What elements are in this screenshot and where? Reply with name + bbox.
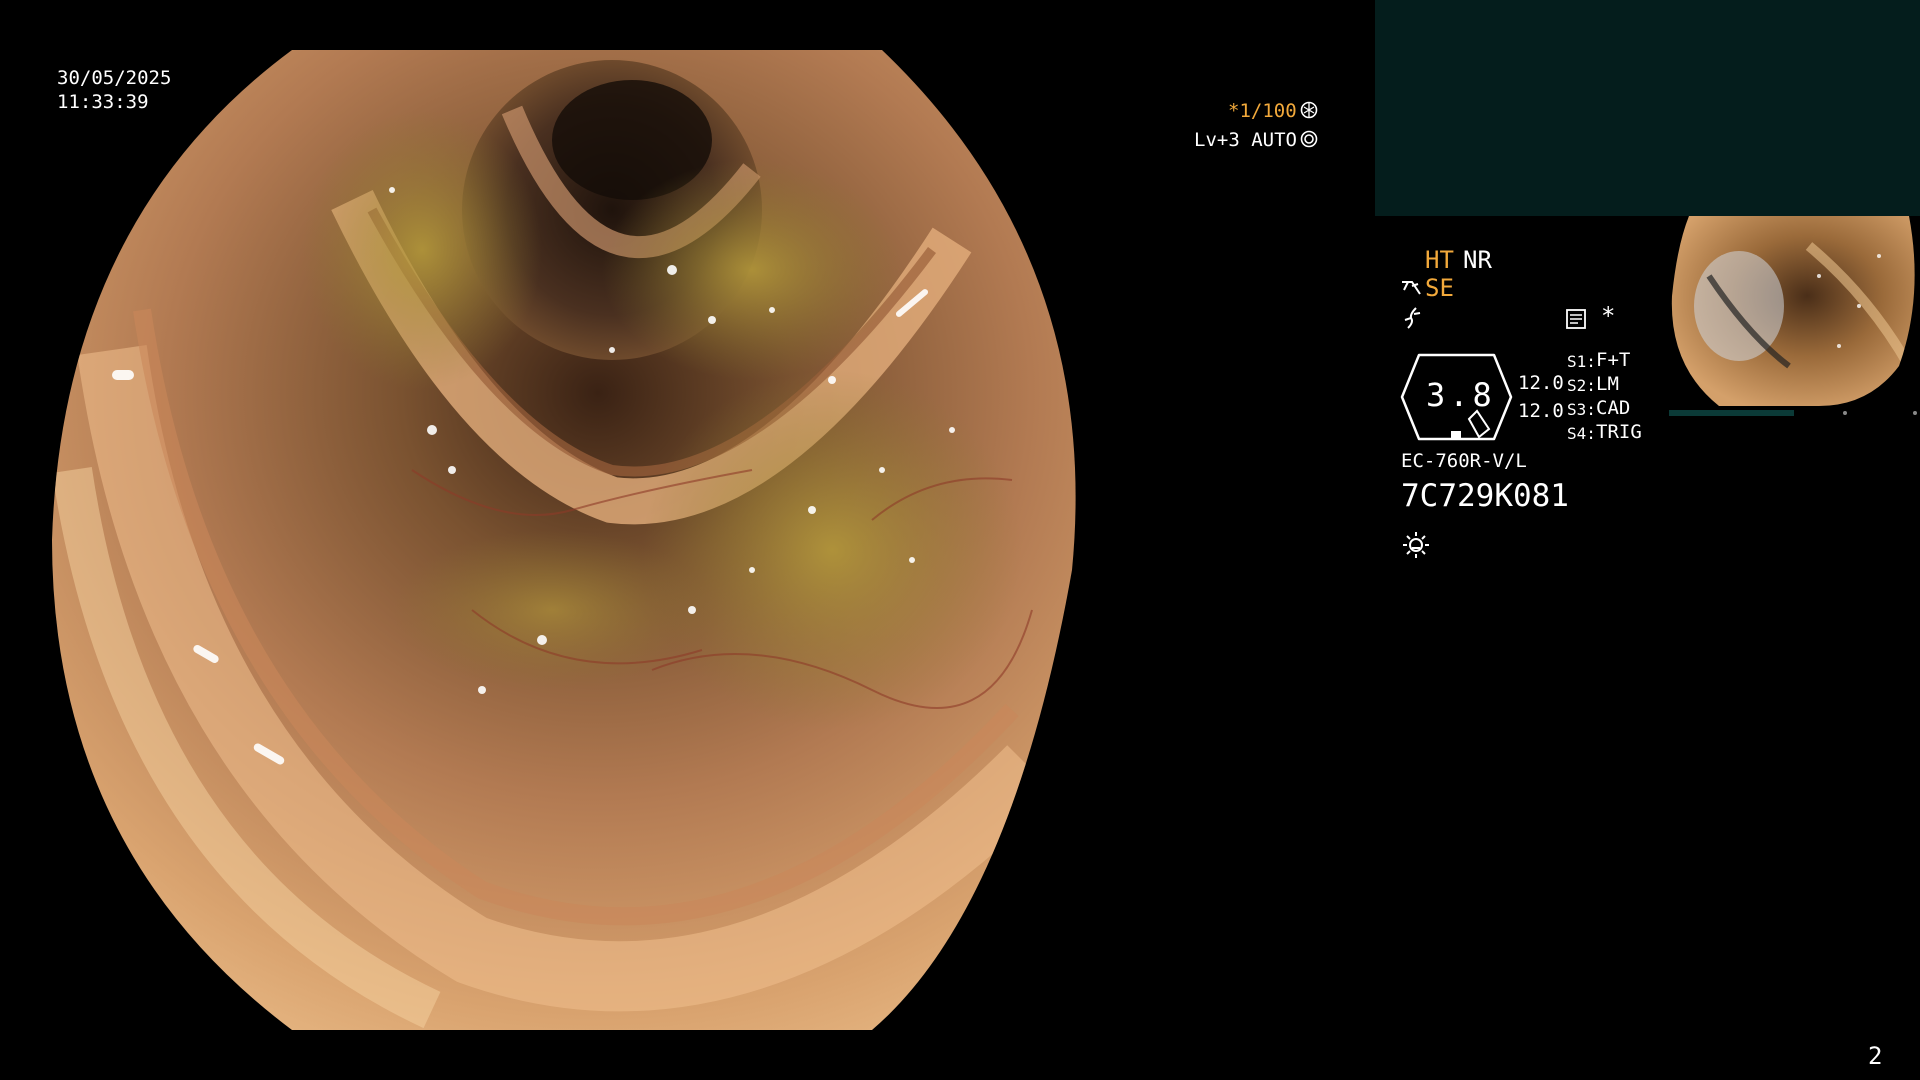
switch-2-key: S2: <box>1567 376 1596 395</box>
shutter-mode-icon <box>1300 101 1317 119</box>
auxiliary-display-area <box>1375 0 1920 216</box>
switch-4-key: S4: <box>1567 424 1596 443</box>
level-value: Lv+3 AUTO <box>1194 129 1297 151</box>
switch-2-value: LM <box>1596 373 1619 395</box>
endoscope-view <box>52 50 1076 1030</box>
exam-datetime: 30/05/2025 11:33:39 <box>57 66 171 114</box>
switch-3-value: CAD <box>1596 397 1631 419</box>
flash-icon <box>1404 307 1421 329</box>
structure-enhancement-icon <box>1402 281 1421 295</box>
scope-model: EC-760R-V/L <box>1401 450 1527 472</box>
switch-1-key: S1: <box>1567 352 1596 371</box>
lens-value-a: 12.0 <box>1518 372 1564 394</box>
switch-3-key: S3: <box>1567 400 1596 419</box>
exam-date: 30/05/2025 <box>57 67 172 89</box>
nr-label: NR <box>1463 246 1492 274</box>
brightness-level: Lv+3 AUTO <box>1194 130 1318 150</box>
magnification-value: 3.8 <box>1426 376 1496 414</box>
switch-1-value: F+T <box>1596 349 1631 371</box>
page-number: 2 <box>1868 1042 1883 1070</box>
shutter-speed: *1/100 <box>1228 101 1318 121</box>
star-indicator: * <box>1601 302 1616 330</box>
lens-value-b: 12.0 <box>1518 400 1564 422</box>
scope-serial: 7C729K081 <box>1401 478 1569 514</box>
capture-thumbnail[interactable] <box>1669 216 1920 416</box>
memo-icon <box>1566 309 1586 329</box>
switch-4-value: TRIG <box>1596 421 1642 443</box>
se-label: SE <box>1425 274 1454 302</box>
auto-iris-icon <box>1300 130 1318 148</box>
ht-label: HT <box>1425 246 1454 274</box>
light-source-icon <box>1403 532 1429 558</box>
shutter-value: *1/100 <box>1228 100 1297 122</box>
exam-time: 11:33:39 <box>57 91 149 113</box>
